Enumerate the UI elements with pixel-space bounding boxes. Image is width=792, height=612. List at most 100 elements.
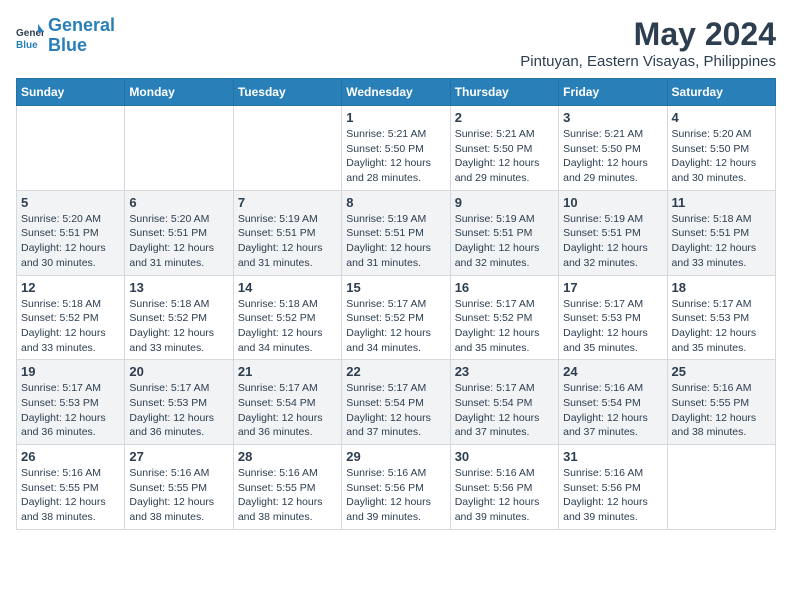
calendar-cell: 13Sunrise: 5:18 AM Sunset: 5:52 PM Dayli… [125, 275, 233, 360]
day-info: Sunrise: 5:16 AM Sunset: 5:55 PM Dayligh… [238, 466, 337, 525]
day-info: Sunrise: 5:16 AM Sunset: 5:55 PM Dayligh… [672, 381, 771, 440]
day-info: Sunrise: 5:18 AM Sunset: 5:52 PM Dayligh… [129, 297, 228, 356]
calendar-cell: 17 Sunrise: 5:17 AM Sunset: 5:53 PM Dayli… [559, 275, 667, 360]
day-info: Sunrise: 5:16 AM Sunset: 5:55 PM Dayligh… [129, 466, 228, 525]
day-info: Sunrise: 5:16 AM Sunset: 5:55 PM Dayligh… [21, 466, 120, 525]
day-number: 18 [672, 280, 771, 295]
day-number: 27 [129, 449, 228, 464]
day-info: Sunrise: 5:18 AM Sunset: 5:52 PM Dayligh… [238, 297, 337, 356]
day-info: Sunrise: 5:19 AM Sunset: 5:51 PM Dayligh… [563, 212, 662, 271]
calendar-cell: 4Sunrise: 5:20 AM Sunset: 5:50 PM Daylig… [667, 106, 775, 191]
day-number: 12 [21, 280, 120, 295]
calendar-cell: 21Sunrise: 5:17 AM Sunset: 5:54 PM Dayli… [233, 360, 341, 445]
page-header: General Blue General Blue May 2024 Pintu… [16, 16, 776, 70]
day-info: Sunrise: 5:17 AM Sunset: 5:54 PM Dayligh… [455, 381, 554, 440]
day-number: 17 [563, 280, 662, 295]
calendar-cell [233, 106, 341, 191]
day-number: 28 [238, 449, 337, 464]
calendar-cell: 6 Sunrise: 5:20 AM Sunset: 5:51 PM Daylig… [125, 190, 233, 275]
calendar-cell: 24Sunrise: 5:16 AM Sunset: 5:54 PM Dayli… [559, 360, 667, 445]
week-row-2: 5Sunrise: 5:20 AM Sunset: 5:51 PM Daylig… [17, 190, 776, 275]
logo-icon: General Blue [16, 22, 44, 50]
svg-text:Blue: Blue [16, 40, 38, 50]
header-tuesday: Tuesday [233, 79, 341, 106]
day-number: 22 [346, 364, 445, 379]
calendar-subtitle: Pintuyan, Eastern Visayas, Philippines [520, 53, 776, 70]
calendar-cell: 23 Sunrise: 5:17 AM Sunset: 5:54 PM Dayli… [450, 360, 558, 445]
day-number: 23 [455, 364, 554, 379]
day-info: Sunrise: 5:16 AM Sunset: 5:56 PM Dayligh… [563, 466, 662, 525]
day-info: Sunrise: 5:17 AM Sunset: 5:53 PM Dayligh… [129, 381, 228, 440]
week-row-3: 12 Sunrise: 5:18 AM Sunset: 5:52 PM Dayli… [17, 275, 776, 360]
calendar-cell: 15 Sunrise: 5:17 AM Sunset: 5:52 PM Dayli… [342, 275, 450, 360]
calendar-cell: 3 Sunrise: 5:21 AM Sunset: 5:50 PM Daylig… [559, 106, 667, 191]
day-number: 20 [129, 364, 228, 379]
header-wednesday: Wednesday [342, 79, 450, 106]
day-info: Sunrise: 5:17 AM Sunset: 5:53 PM Dayligh… [672, 297, 771, 356]
day-number: 31 [563, 449, 662, 464]
calendar-cell: 19 Sunrise: 5:17 AM Sunset: 5:53 PM Dayli… [17, 360, 125, 445]
calendar-cell: 12 Sunrise: 5:18 AM Sunset: 5:52 PM Dayli… [17, 275, 125, 360]
calendar-cell: 28 Sunrise: 5:16 AM Sunset: 5:55 PM Dayli… [233, 445, 341, 530]
calendar-cell: 11Sunrise: 5:18 AM Sunset: 5:51 PM Dayli… [667, 190, 775, 275]
week-row-5: 26 Sunrise: 5:16 AM Sunset: 5:55 PM Dayli… [17, 445, 776, 530]
calendar-cell [17, 106, 125, 191]
calendar-cell [667, 445, 775, 530]
day-number: 29 [346, 449, 445, 464]
day-number: 30 [455, 449, 554, 464]
header-saturday: Saturday [667, 79, 775, 106]
calendar-cell: 20 Sunrise: 5:17 AM Sunset: 5:53 PM Dayli… [125, 360, 233, 445]
day-number: 16 [455, 280, 554, 295]
day-info: Sunrise: 5:17 AM Sunset: 5:53 PM Dayligh… [21, 381, 120, 440]
logo-text-line1: General [48, 16, 115, 36]
day-info: Sunrise: 5:20 AM Sunset: 5:51 PM Dayligh… [129, 212, 228, 271]
day-info: Sunrise: 5:17 AM Sunset: 5:52 PM Dayligh… [455, 297, 554, 356]
day-number: 19 [21, 364, 120, 379]
calendar-cell: 8 Sunrise: 5:19 AM Sunset: 5:51 PM Daylig… [342, 190, 450, 275]
day-info: Sunrise: 5:20 AM Sunset: 5:50 PM Dayligh… [672, 127, 771, 186]
day-number: 8 [346, 195, 445, 210]
logo-text-line2: Blue [48, 36, 115, 56]
header-monday: Monday [125, 79, 233, 106]
calendar-cell: 27 Sunrise: 5:16 AM Sunset: 5:55 PM Dayli… [125, 445, 233, 530]
day-info: Sunrise: 5:16 AM Sunset: 5:56 PM Dayligh… [455, 466, 554, 525]
calendar-cell: 22 Sunrise: 5:17 AM Sunset: 5:54 PM Dayli… [342, 360, 450, 445]
day-info: Sunrise: 5:19 AM Sunset: 5:51 PM Dayligh… [238, 212, 337, 271]
day-number: 26 [21, 449, 120, 464]
header-thursday: Thursday [450, 79, 558, 106]
calendar-cell: 2Sunrise: 5:21 AM Sunset: 5:50 PM Daylig… [450, 106, 558, 191]
calendar-cell: 29 Sunrise: 5:16 AM Sunset: 5:56 PM Dayli… [342, 445, 450, 530]
calendar-cell: 18 Sunrise: 5:17 AM Sunset: 5:53 PM Dayli… [667, 275, 775, 360]
day-info: Sunrise: 5:16 AM Sunset: 5:56 PM Dayligh… [346, 466, 445, 525]
week-row-1: 1Sunrise: 5:21 AM Sunset: 5:50 PM Daylig… [17, 106, 776, 191]
day-info: Sunrise: 5:18 AM Sunset: 5:52 PM Dayligh… [21, 297, 120, 356]
logo: General Blue General Blue [16, 16, 115, 56]
calendar-cell: 16 Sunrise: 5:17 AM Sunset: 5:52 PM Dayli… [450, 275, 558, 360]
calendar-cell: 9Sunrise: 5:19 AM Sunset: 5:51 PM Daylig… [450, 190, 558, 275]
calendar-header: SundayMondayTuesdayWednesdayThursdayFrid… [17, 79, 776, 106]
day-number: 6 [129, 195, 228, 210]
day-info: Sunrise: 5:21 AM Sunset: 5:50 PM Dayligh… [346, 127, 445, 186]
calendar-title: May 2024 [520, 16, 776, 53]
day-number: 3 [563, 110, 662, 125]
day-info: Sunrise: 5:17 AM Sunset: 5:53 PM Dayligh… [563, 297, 662, 356]
day-info: Sunrise: 5:18 AM Sunset: 5:51 PM Dayligh… [672, 212, 771, 271]
day-info: Sunrise: 5:19 AM Sunset: 5:51 PM Dayligh… [455, 212, 554, 271]
day-info: Sunrise: 5:19 AM Sunset: 5:51 PM Dayligh… [346, 212, 445, 271]
calendar-body: 1Sunrise: 5:21 AM Sunset: 5:50 PM Daylig… [17, 106, 776, 530]
calendar-cell: 25 Sunrise: 5:16 AM Sunset: 5:55 PM Dayli… [667, 360, 775, 445]
header-sunday: Sunday [17, 79, 125, 106]
day-info: Sunrise: 5:21 AM Sunset: 5:50 PM Dayligh… [563, 127, 662, 186]
day-number: 15 [346, 280, 445, 295]
calendar-cell: 30 Sunrise: 5:16 AM Sunset: 5:56 PM Dayli… [450, 445, 558, 530]
title-area: May 2024 Pintuyan, Eastern Visayas, Phil… [520, 16, 776, 70]
calendar-cell: 26 Sunrise: 5:16 AM Sunset: 5:55 PM Dayli… [17, 445, 125, 530]
day-info: Sunrise: 5:17 AM Sunset: 5:52 PM Dayligh… [346, 297, 445, 356]
calendar-table: SundayMondayTuesdayWednesdayThursdayFrid… [16, 78, 776, 530]
day-info: Sunrise: 5:17 AM Sunset: 5:54 PM Dayligh… [346, 381, 445, 440]
day-info: Sunrise: 5:21 AM Sunset: 5:50 PM Dayligh… [455, 127, 554, 186]
day-number: 24 [563, 364, 662, 379]
day-number: 25 [672, 364, 771, 379]
week-row-4: 19 Sunrise: 5:17 AM Sunset: 5:53 PM Dayli… [17, 360, 776, 445]
calendar-cell [125, 106, 233, 191]
